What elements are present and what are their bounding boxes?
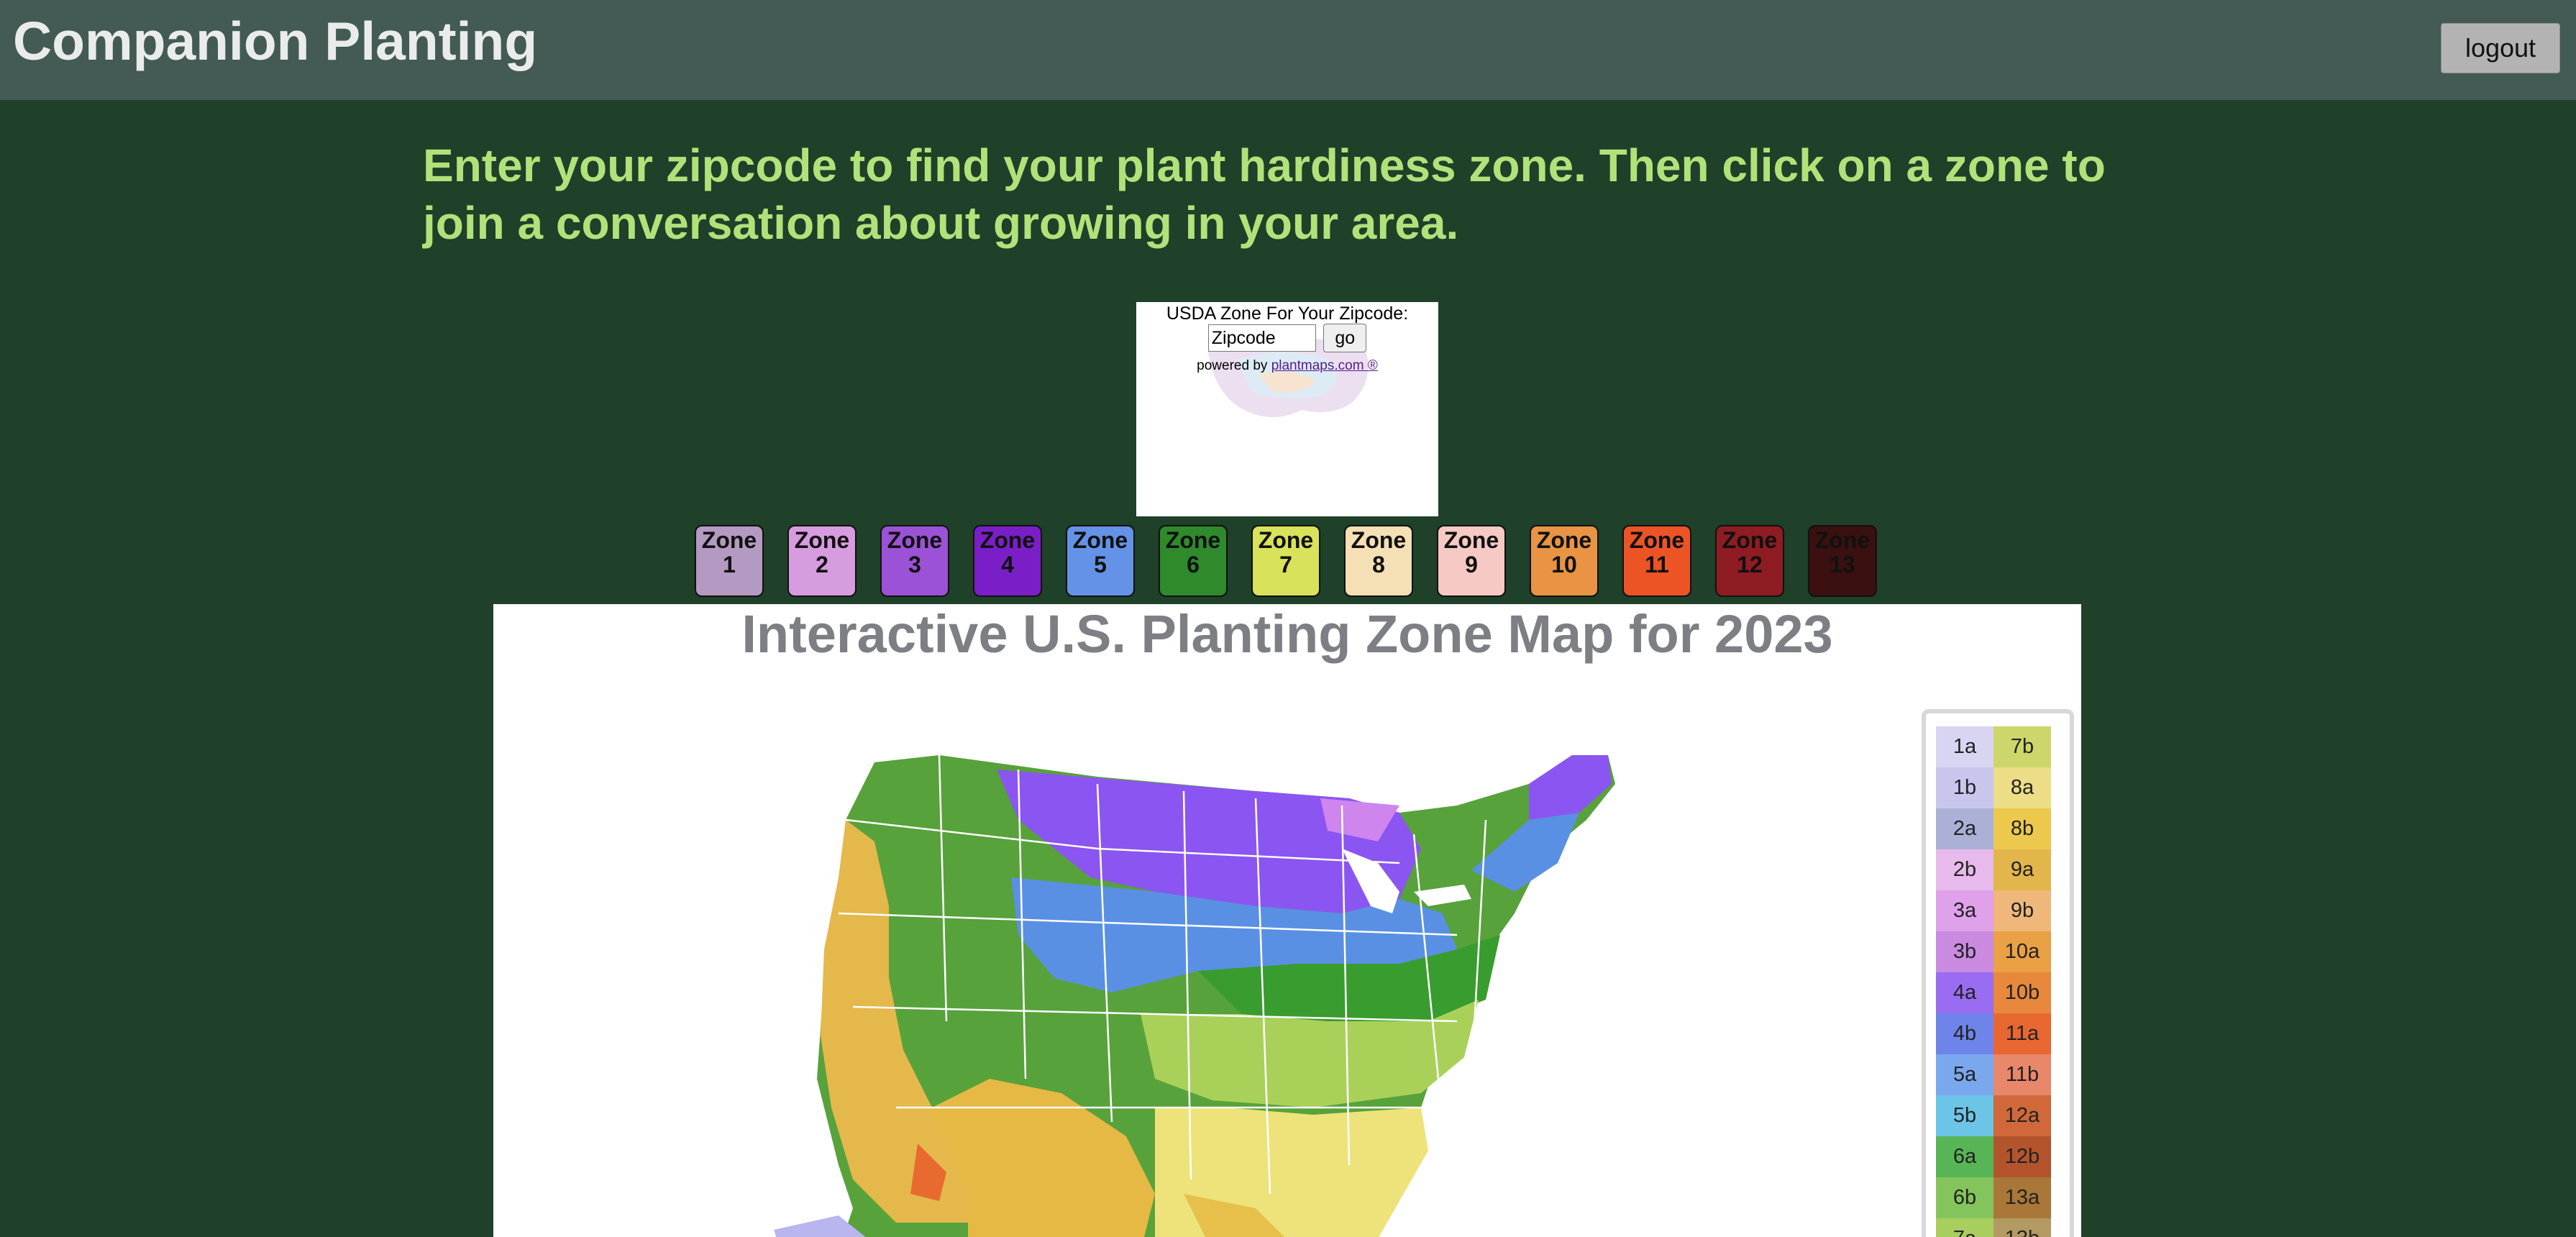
legend-item-6a[interactable]: 6a (1936, 1136, 1993, 1177)
legend-item-6b[interactable]: 6b (1936, 1177, 1993, 1218)
logout-button[interactable]: logout (2441, 23, 2560, 73)
zone-button-number: 5 (1094, 552, 1107, 578)
zone-button-10[interactable]: Zone 10 (1530, 525, 1599, 597)
legend-item-4b[interactable]: 4b (1936, 1013, 1993, 1054)
zone-button-4[interactable]: Zone 4 (973, 525, 1042, 597)
zone-button-label: Zone (1072, 527, 1128, 553)
zone-legend: 1a1b2a2b3a3b4a4b5a5b6a6b7a7b8a8b9a9b10a1… (1922, 709, 2074, 1237)
legend-item-7a[interactable]: 7a (1936, 1218, 1993, 1237)
zone-button-number: 7 (1279, 552, 1292, 578)
zone-button-label: Zone (1536, 527, 1592, 553)
zone-button-label: Zone (1165, 527, 1221, 553)
zone-button-label: Zone (887, 527, 943, 553)
zone-button-13[interactable]: Zone 13 (1808, 525, 1877, 597)
legend-item-13b[interactable]: 13b (1993, 1218, 2051, 1237)
zone-button-12[interactable]: Zone 12 (1715, 525, 1784, 597)
legend-item-9a[interactable]: 9a (1993, 849, 2051, 890)
zone-button-11[interactable]: Zone 11 (1622, 525, 1691, 597)
legend-item-12b[interactable]: 12b (1993, 1136, 2051, 1177)
legend-item-7b[interactable]: 7b (1993, 726, 2051, 767)
legend-item-1b[interactable]: 1b (1936, 767, 1993, 808)
zone-button-number: 4 (1001, 552, 1014, 578)
zone-button-label: Zone (979, 527, 1036, 553)
legend-item-5a[interactable]: 5a (1936, 1054, 1993, 1095)
top-bar: Companion Planting logout (0, 0, 2576, 100)
legend-item-13a[interactable]: 13a (1993, 1177, 2051, 1218)
legend-item-4a[interactable]: 4a (1936, 972, 1993, 1013)
zone-button-label: Zone (1629, 527, 1685, 553)
zone-button-number: 9 (1465, 552, 1478, 578)
zipcode-widget: USDA Zone For Your Zipcode: go powered b… (1136, 302, 1438, 516)
plantmaps-link[interactable]: plantmaps.com ® (1271, 358, 1378, 373)
zone-button-label: Zone (1258, 527, 1314, 553)
legend-item-11a[interactable]: 11a (1993, 1013, 2051, 1054)
zone-button-label: Zone (1814, 527, 1871, 553)
legend-item-2a[interactable]: 2a (1936, 808, 1993, 849)
legend-item-8a[interactable]: 8a (1993, 767, 2051, 808)
zone-button-number: 13 (1830, 552, 1855, 578)
zone-button-5[interactable]: Zone 5 (1066, 525, 1135, 597)
legend-item-5b[interactable]: 5b (1936, 1095, 1993, 1136)
legend-item-12a[interactable]: 12a (1993, 1095, 2051, 1136)
legend-item-3a[interactable]: 3a (1936, 890, 1993, 931)
intro-text: Enter your zipcode to find your plant ha… (423, 140, 2106, 249)
zone-button-label: Zone (1351, 527, 1407, 553)
zone-button-number: 8 (1372, 552, 1385, 578)
zone-button-label: Zone (701, 527, 757, 553)
legend-item-2b[interactable]: 2b (1936, 849, 1993, 890)
zone-button-row: Zone 1 Zone 2 Zone 3 Zone 4 Zone 5 Zone 6 Zone 7 Zone 8… (695, 525, 1917, 597)
powered-by-text: powered by plantmaps.com ® (1136, 358, 1438, 374)
zone-button-3[interactable]: Zone 3 (880, 525, 949, 597)
zipcode-go-button[interactable]: go (1323, 324, 1367, 352)
zone-button-label: Zone (794, 527, 850, 553)
zipcode-form: go (1136, 324, 1438, 352)
zone-button-label: Zone (1443, 527, 1499, 553)
zone-button-number: 10 (1551, 552, 1577, 578)
zone-button-6[interactable]: Zone 6 (1159, 525, 1228, 597)
legend-item-11b[interactable]: 11b (1993, 1054, 2051, 1095)
zone-button-number: 1 (723, 552, 736, 578)
zone-button-number: 12 (1737, 552, 1763, 578)
zone-button-1[interactable]: Zone 1 (695, 525, 764, 597)
powered-by-prefix: powered by (1197, 358, 1271, 373)
zone-button-9[interactable]: Zone 9 (1437, 525, 1506, 597)
legend-item-9b[interactable]: 9b (1993, 890, 2051, 931)
app-title: Companion Planting (13, 11, 538, 71)
zone-button-number: 11 (1645, 552, 1669, 578)
legend-item-3b[interactable]: 3b (1936, 931, 1993, 972)
map-title: Interactive U.S. Planting Zone Map for 2… (741, 604, 1833, 664)
zone-button-label: Zone (1722, 527, 1778, 553)
zone-button-number: 3 (908, 552, 921, 578)
zone-button-8[interactable]: Zone 8 (1344, 525, 1413, 597)
zone-button-number: 2 (816, 552, 828, 578)
zone-button-number: 6 (1187, 552, 1200, 578)
legend-item-1a[interactable]: 1a (1936, 726, 1993, 767)
zipcode-label: USDA Zone For Your Zipcode: (1166, 303, 1409, 324)
zipcode-input[interactable] (1207, 324, 1316, 352)
us-zone-map[interactable] (752, 676, 1903, 1237)
zone-button-2[interactable]: Zone 2 (787, 525, 857, 597)
planting-zone-map-panel: Interactive U.S. Planting Zone Map for 2… (493, 604, 2081, 1237)
legend-item-10b[interactable]: 10b (1993, 972, 2051, 1013)
legend-item-8b[interactable]: 8b (1993, 808, 2051, 849)
zone-button-7[interactable]: Zone 7 (1251, 525, 1320, 597)
legend-item-10a[interactable]: 10a (1993, 931, 2051, 972)
